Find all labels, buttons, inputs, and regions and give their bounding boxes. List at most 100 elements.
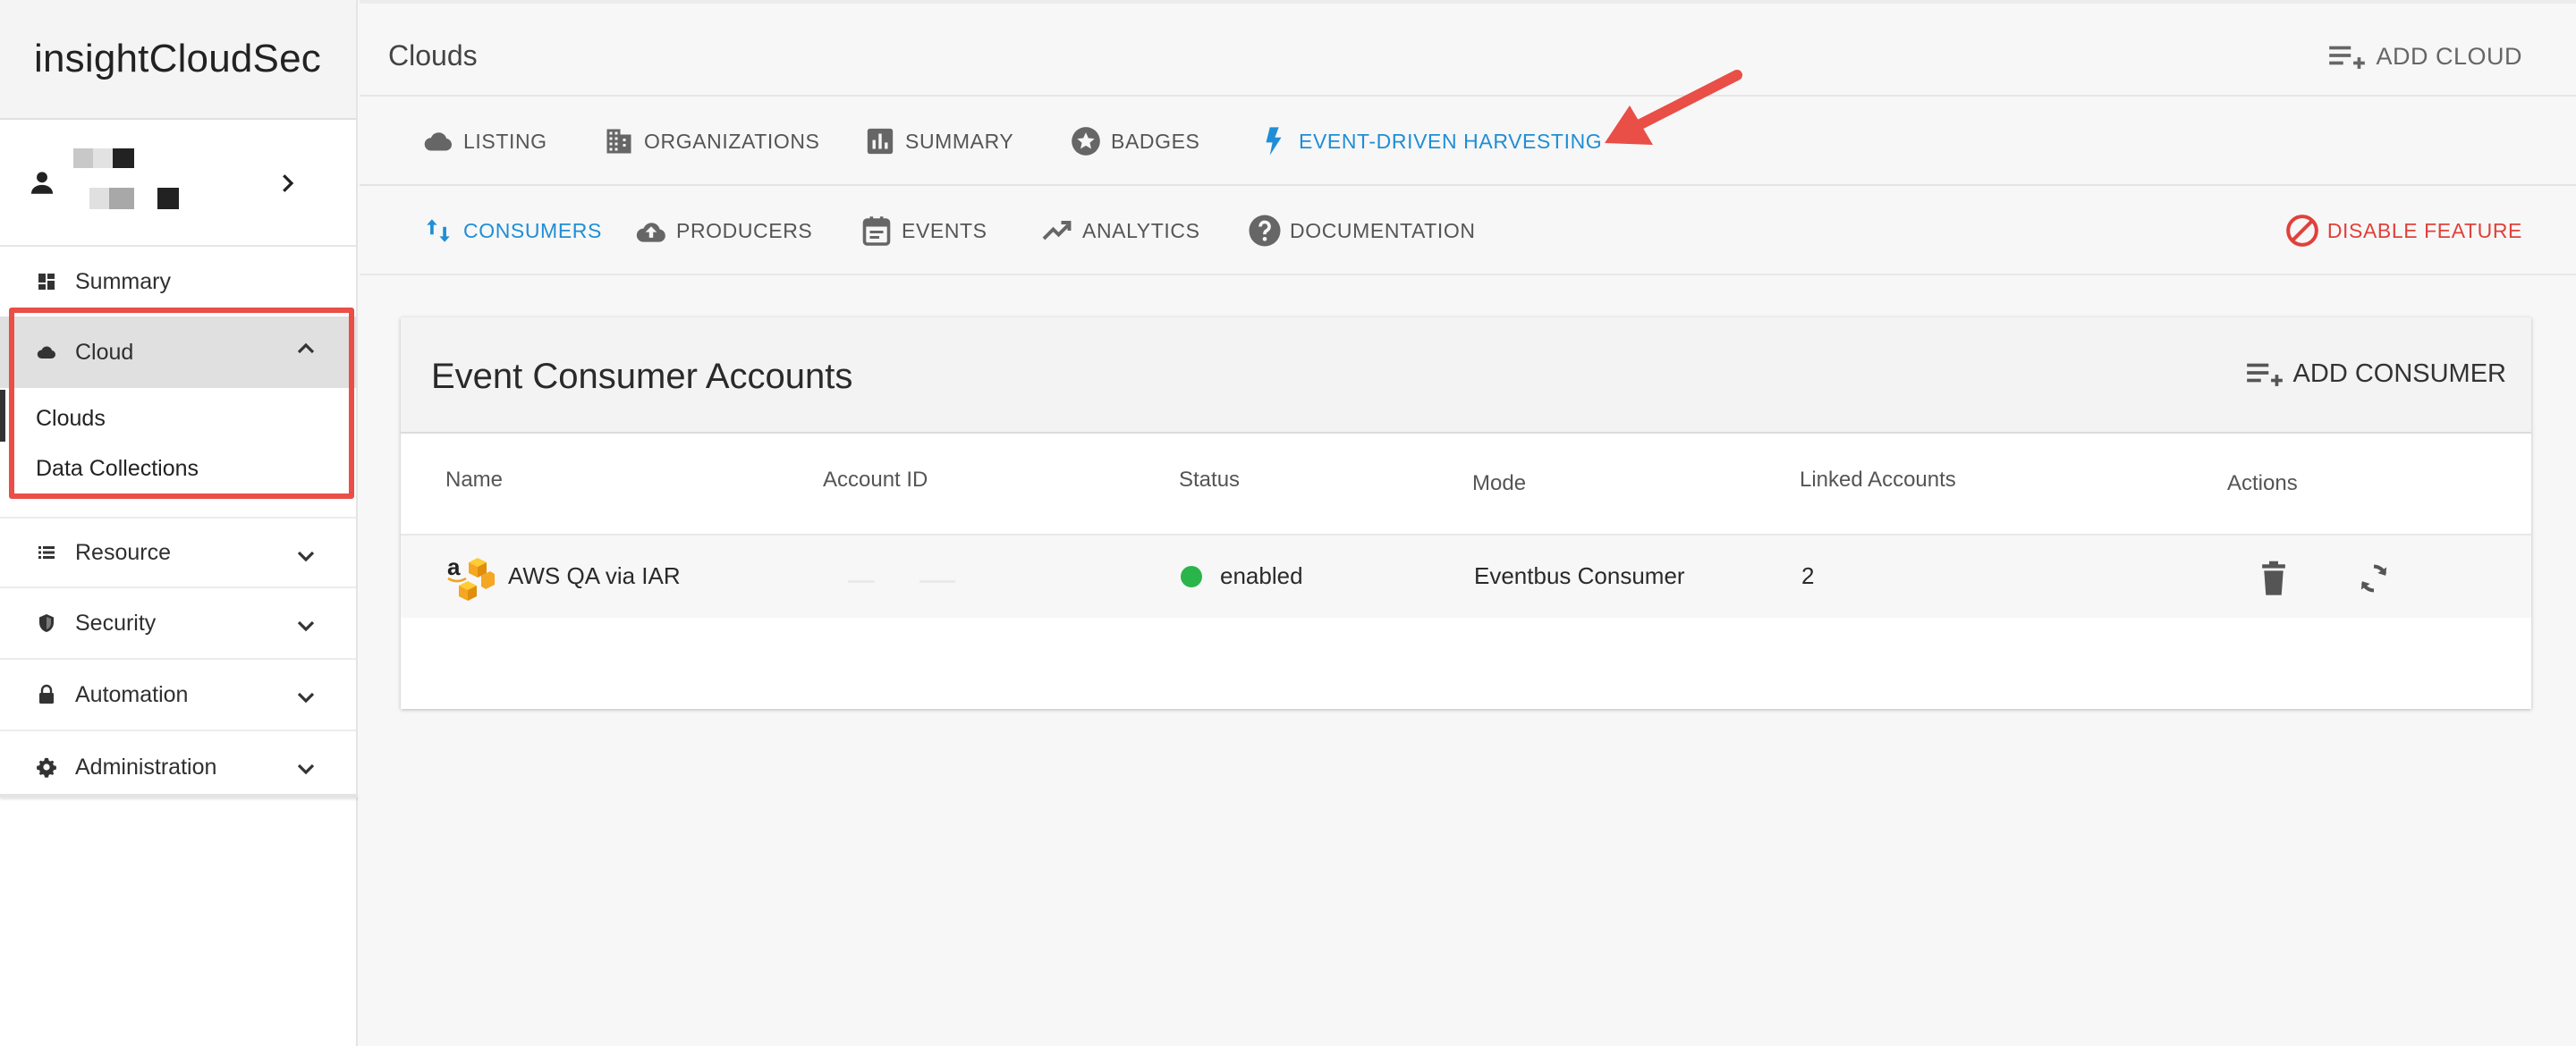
nav-resource[interactable]: Resource xyxy=(0,517,356,588)
sync-icon[interactable] xyxy=(2356,561,2392,596)
gear-icon xyxy=(36,756,57,778)
column-header-mode[interactable]: Mode xyxy=(1472,471,1526,496)
tab-badges-label: BADGES xyxy=(1111,129,1200,153)
primary-tabs: LISTING ORGANIZATIONS SUMMARY BADGES EVE… xyxy=(360,97,2576,186)
nav-cloud[interactable]: Cloud xyxy=(0,316,356,388)
building-icon xyxy=(599,123,639,159)
column-header-account-id[interactable]: Account ID xyxy=(823,468,928,493)
column-header-actions: Actions xyxy=(2227,471,2298,495)
tab-documentation[interactable]: DOCUMENTATION xyxy=(1245,213,1476,249)
tab-events-label: EVENTS xyxy=(902,218,987,242)
logo-bold: CloudSec xyxy=(148,37,321,80)
dashboard-icon xyxy=(36,271,57,292)
active-indicator xyxy=(0,390,5,442)
nav-security-label: Security xyxy=(75,610,157,636)
chevron-down-icon[interactable] xyxy=(292,683,320,712)
nav-summary-label: Summary xyxy=(75,268,171,294)
status-dot xyxy=(1181,566,1202,587)
nav-security[interactable]: Security xyxy=(0,588,356,660)
page-title: Clouds xyxy=(388,39,478,72)
chevron-down-icon[interactable] xyxy=(292,542,320,570)
column-header-name[interactable]: Name xyxy=(445,468,503,493)
tab-producers-label: PRODUCERS xyxy=(676,218,813,242)
cloud-icon xyxy=(419,123,458,159)
tab-consumers-label: CONSUMERS xyxy=(463,218,602,242)
nav-automation[interactable]: Automation xyxy=(0,660,356,731)
svg-text:a: a xyxy=(447,553,461,580)
tab-consumers[interactable]: CONSUMERS xyxy=(419,213,602,249)
add-cloud-label: ADD CLOUD xyxy=(2376,42,2522,70)
playlist-add-icon xyxy=(2246,363,2283,386)
tab-listing[interactable]: LISTING xyxy=(419,123,547,159)
cell-mode: Eventbus Consumer xyxy=(1474,562,1685,589)
trash-icon[interactable] xyxy=(2258,561,2290,596)
annotation-arrow-icon xyxy=(1605,70,1742,145)
column-header-status[interactable]: Status xyxy=(1179,468,1240,493)
bolt-icon xyxy=(1254,123,1293,159)
redacted-account-id xyxy=(848,580,875,583)
nav-automation-label: Automation xyxy=(75,681,189,707)
tab-analytics[interactable]: ANALYTICS xyxy=(1038,213,1200,249)
nav-summary[interactable]: Summary xyxy=(0,247,356,316)
tab-events[interactable]: EVENTS xyxy=(857,213,987,249)
nav-administration-label: Administration xyxy=(75,754,217,780)
aws-logo: a xyxy=(447,553,495,601)
table-row[interactable]: a AWS QA via IAR enabled Eventbus Consum… xyxy=(401,534,2531,618)
tab-event-driven-harvesting[interactable]: EVENT-DRIVEN HARVESTING xyxy=(1254,123,1602,159)
help-circle-icon xyxy=(1245,213,1284,249)
star-badge-icon xyxy=(1066,123,1106,159)
sidebar-divider xyxy=(0,794,358,797)
trending-up-icon xyxy=(1038,213,1077,249)
calendar-icon xyxy=(857,213,896,249)
nav-cloud-label: Cloud xyxy=(75,339,134,365)
block-icon xyxy=(2283,213,2322,249)
cell-status: enabled xyxy=(1220,562,1303,589)
lock-icon xyxy=(36,684,57,705)
disable-feature-button[interactable]: DISABLE FEATURE xyxy=(2283,213,2522,249)
tab-organizations-label: ORGANIZATIONS xyxy=(644,129,820,153)
tab-event-driven-harvesting-label: EVENT-DRIVEN HARVESTING xyxy=(1299,129,1603,153)
app-logo[interactable]: insight CloudSec xyxy=(0,0,356,120)
card-title: Event Consumer Accounts xyxy=(431,357,853,396)
chevron-right-icon[interactable] xyxy=(274,170,301,197)
tab-documentation-label: DOCUMENTATION xyxy=(1290,218,1476,242)
nav-administration[interactable]: Administration xyxy=(0,731,356,803)
chevron-up-icon[interactable] xyxy=(292,334,320,363)
obscured-username xyxy=(73,148,190,220)
chevron-down-icon[interactable] xyxy=(292,755,320,783)
column-header-linked-accounts[interactable]: Linked Accounts xyxy=(1800,468,1956,493)
top-bar: Clouds ADD CLOUD xyxy=(360,0,2576,97)
nav-cloud-group: Cloud Clouds Data Collections xyxy=(0,316,356,517)
add-consumer-label: ADD CONSUMER xyxy=(2292,359,2506,388)
user-menu[interactable] xyxy=(0,120,356,247)
redacted-account-id xyxy=(919,580,955,583)
chevron-down-icon[interactable] xyxy=(292,612,320,640)
nav-resource-label: Resource xyxy=(75,539,171,565)
add-cloud-button[interactable]: ADD CLOUD xyxy=(2327,41,2522,72)
user-icon xyxy=(30,172,54,194)
logo-light: insight xyxy=(34,37,149,80)
nav-clouds[interactable]: Clouds xyxy=(0,393,356,443)
card-header: Event Consumer Accounts ADD CONSUMER xyxy=(401,317,2531,434)
tab-summary[interactable]: SUMMARY xyxy=(860,123,1013,159)
add-consumer-button[interactable]: ADD CONSUMER xyxy=(2245,359,2506,389)
tab-producers[interactable]: PRODUCERS xyxy=(631,213,812,249)
event-consumer-accounts-card: Event Consumer Accounts ADD CONSUMER Nam… xyxy=(401,317,2531,709)
sidebar: insight CloudSec Summary Cloud Clouds Dat… xyxy=(0,0,358,1046)
nav-data-collections[interactable]: Data Collections xyxy=(0,443,356,493)
tab-analytics-label: ANALYTICS xyxy=(1082,218,1200,242)
secondary-tabs: CONSUMERS PRODUCERS EVENTS ANALYTICS DOC… xyxy=(360,188,2576,275)
cell-name[interactable]: AWS QA via IAR xyxy=(508,562,681,590)
cell-linked-accounts: 2 xyxy=(1801,562,1815,589)
tab-summary-label: SUMMARY xyxy=(905,129,1014,153)
tab-badges[interactable]: BADGES xyxy=(1066,123,1199,159)
tab-organizations[interactable]: ORGANIZATIONS xyxy=(599,123,820,159)
list-icon xyxy=(36,542,57,563)
tab-listing-label: LISTING xyxy=(463,129,547,153)
playlist-add-icon xyxy=(2329,46,2366,69)
disable-feature-label: DISABLE FEATURE xyxy=(2326,218,2522,242)
cloud-upload-icon xyxy=(631,213,671,249)
bar-chart-icon xyxy=(860,123,900,159)
swap-vertical-icon xyxy=(419,213,458,249)
cloud-icon xyxy=(36,342,57,363)
